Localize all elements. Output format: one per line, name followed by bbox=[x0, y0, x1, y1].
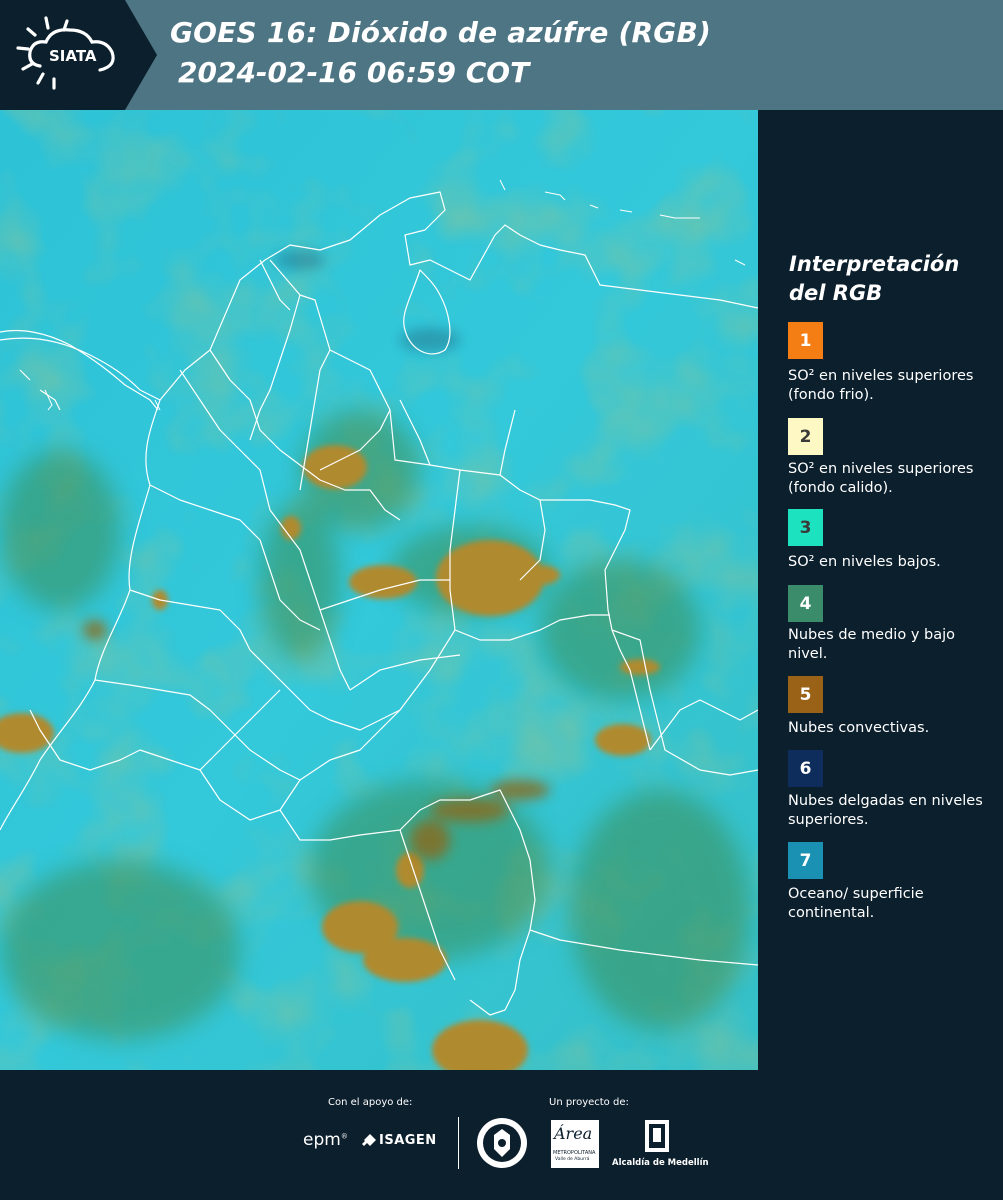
seal-icon bbox=[477, 1118, 527, 1168]
epm-logo: epm® bbox=[303, 1130, 348, 1150]
isagen-logo: ISAGEN bbox=[362, 1132, 437, 1148]
alcaldia-logo-text: Alcaldía de Medellín bbox=[612, 1158, 709, 1168]
legend-swatch-2: 2 bbox=[788, 418, 823, 455]
area-metropolitana-logo: Área METROPOLITANA Valle de Aburrá bbox=[551, 1120, 599, 1168]
footer: Con el apoyo de: Un proyecto de: epm® IS… bbox=[0, 1070, 1003, 1200]
legend-label-3: SO² en niveles bajos. bbox=[788, 554, 941, 570]
legend-label-5: Nubes convectivas. bbox=[788, 720, 930, 736]
area-logo-subtext: METROPOLITANA bbox=[553, 1150, 596, 1156]
map-title: GOES 16: Dióxido de azúfre (RGB) bbox=[170, 16, 712, 49]
area-logo-text: Área bbox=[554, 1124, 593, 1143]
header: SIATA GOES 16: Dióxido de azúfre (RGB) 2… bbox=[0, 0, 1003, 110]
legend-swatch-1: 1 bbox=[788, 322, 823, 359]
legend-title-line2: del RGB bbox=[789, 281, 883, 305]
satellite-map bbox=[0, 110, 758, 1070]
footer-divider bbox=[458, 1117, 459, 1169]
epm-logo-text: epm bbox=[303, 1130, 341, 1150]
project-label: Un proyecto de: bbox=[549, 1097, 629, 1108]
alcaldia-shield-icon bbox=[645, 1120, 669, 1152]
map-timestamp: 2024-02-16 06:59 COT bbox=[178, 56, 530, 89]
isagen-icon bbox=[362, 1134, 376, 1146]
legend-swatch-3: 3 bbox=[788, 509, 823, 546]
legend-label-2: SO² en niveles superiores (fondo calido)… bbox=[788, 461, 974, 496]
isagen-logo-text: ISAGEN bbox=[379, 1132, 437, 1148]
legend-swatch-6: 6 bbox=[788, 750, 823, 787]
logo-text: SIATA bbox=[49, 47, 97, 65]
legend-panel: Interpretación del RGB 1 SO² en niveles … bbox=[758, 110, 1003, 1070]
legend-title: Interpretación del RGB bbox=[789, 250, 989, 308]
legend-swatch-4: 4 bbox=[788, 585, 823, 622]
legend-swatch-7: 7 bbox=[788, 842, 823, 879]
siata-logo: SIATA bbox=[0, 0, 160, 110]
legend-label-1: SO² en niveles superiores (fondo frio). bbox=[788, 368, 974, 403]
support-label: Con el apoyo de: bbox=[328, 1097, 413, 1108]
area-logo-subtext2: Valle de Aburrá bbox=[555, 1157, 590, 1162]
legend-label-6: Nubes delgadas en niveles superiores. bbox=[788, 793, 983, 828]
legend-swatch-5: 5 bbox=[788, 676, 823, 713]
legend-label-4: Nubes de medio y bajo nivel. bbox=[788, 627, 955, 662]
legend-title-line1: Interpretación bbox=[789, 252, 960, 276]
legend-label-7: Oceano/ superficie continental. bbox=[788, 886, 924, 921]
